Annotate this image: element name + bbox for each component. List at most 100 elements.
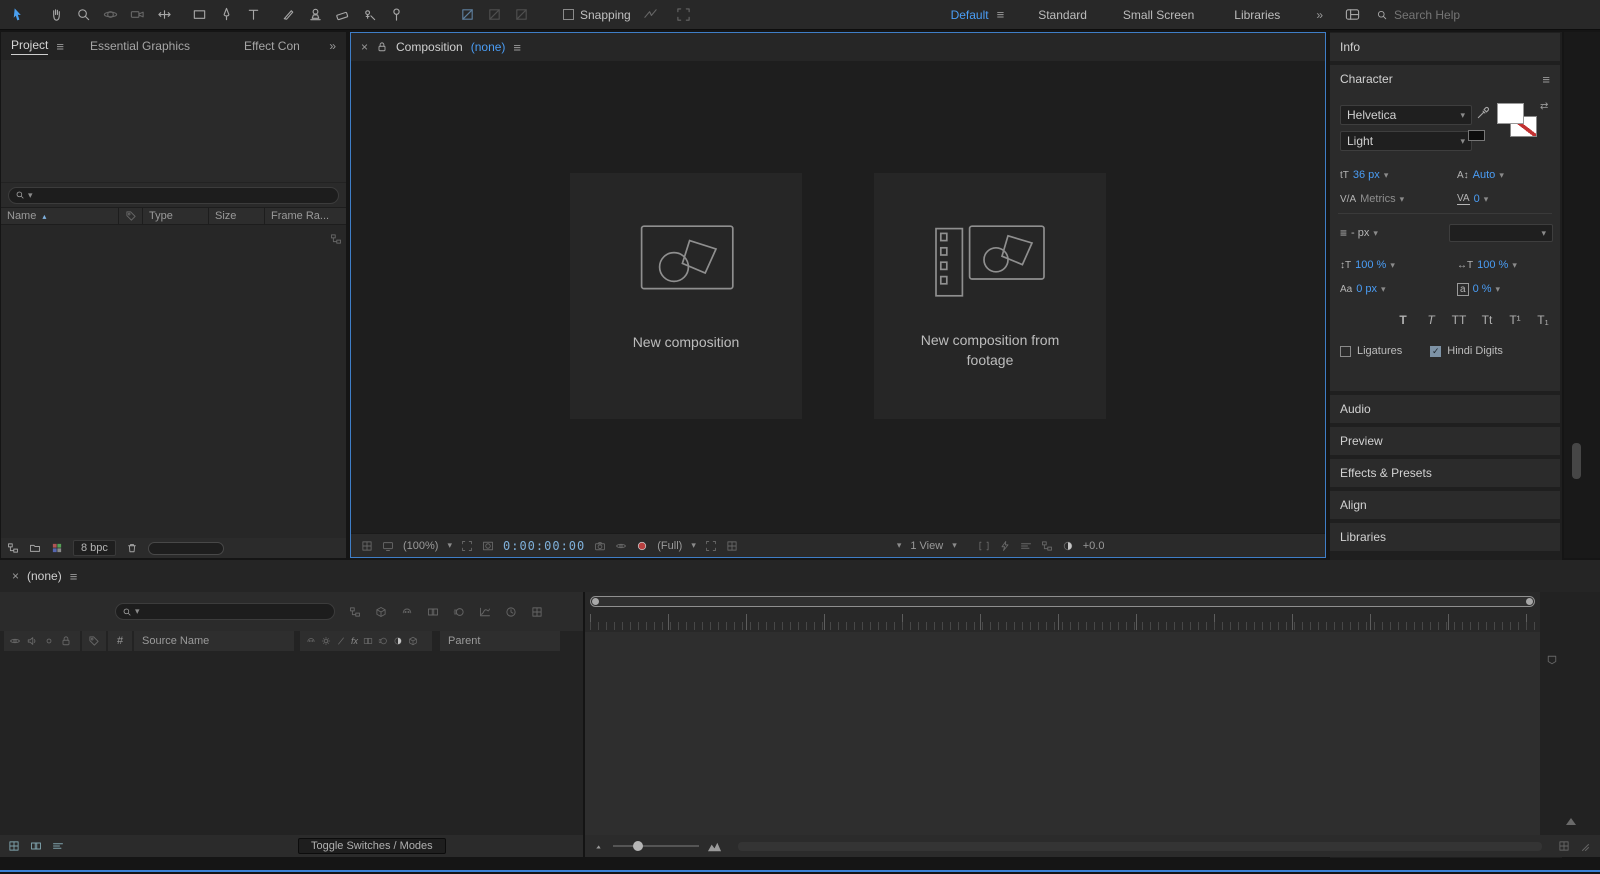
tab-essential-graphics[interactable]: Essential Graphics: [90, 39, 190, 53]
faux-bold-button[interactable]: T: [1392, 313, 1414, 327]
timeline-button-icon[interactable]: [1020, 540, 1032, 552]
project-tabs-overflow-icon[interactable]: »: [329, 39, 336, 53]
kerning-dropdown-icon[interactable]: ▾: [1400, 195, 1405, 204]
subscript-button[interactable]: T₁: [1532, 313, 1554, 327]
lock-icon[interactable]: [60, 635, 72, 647]
time-navigator-bar[interactable]: [590, 596, 1535, 607]
video-visibility-icon[interactable]: [9, 635, 21, 647]
timeline-panel-menu-icon[interactable]: ≡: [70, 569, 78, 584]
snapshot-icon[interactable]: [594, 540, 606, 552]
stroke-width-dropdown-icon[interactable]: ▾: [1373, 229, 1378, 238]
adjustment-layer-switch-icon[interactable]: [393, 636, 403, 646]
brainstorm-icon[interactable]: [531, 606, 543, 618]
baseline-shift-dropdown-icon[interactable]: ▾: [1381, 285, 1386, 294]
workspace-libraries[interactable]: Libraries: [1234, 8, 1280, 22]
preview-panel-header[interactable]: Preview: [1330, 427, 1560, 455]
hide-shy-layers-icon[interactable]: [401, 606, 413, 618]
brush-tool[interactable]: [275, 2, 302, 28]
zoom-tool[interactable]: [70, 2, 97, 28]
fill-swatch[interactable]: [1497, 103, 1524, 124]
resize-grip-icon[interactable]: [1578, 840, 1590, 852]
leading-dropdown-icon[interactable]: ▾: [1499, 171, 1504, 180]
timeline-search[interactable]: ▾: [115, 603, 335, 620]
tab-effect-controls[interactable]: Effect Con: [244, 39, 300, 53]
motion-blur-switch-icon[interactable]: [378, 636, 388, 646]
column-size[interactable]: Size: [209, 208, 265, 224]
exposure-value[interactable]: +0.0: [1083, 540, 1105, 552]
layer-number-column[interactable]: #: [108, 631, 132, 651]
composition-tab-title[interactable]: Composition: [396, 40, 463, 54]
pan-behind-tool[interactable]: [151, 2, 178, 28]
draft-3d-icon[interactable]: [375, 606, 387, 618]
column-frame-rate[interactable]: Frame Ra...: [265, 208, 346, 224]
project-flowchart-mini-icon[interactable]: [330, 233, 342, 245]
time-ruler-minor-ticks[interactable]: [590, 622, 1535, 630]
clone-stamp-tool[interactable]: [302, 2, 329, 28]
tsume-value[interactable]: 0 %: [1473, 283, 1492, 295]
snap-bounds-icon[interactable]: [670, 2, 697, 28]
font-size-dropdown-icon[interactable]: ▾: [1384, 171, 1389, 180]
new-composition-from-footage-card[interactable]: New composition from footage: [874, 173, 1106, 419]
swap-fill-stroke-icon[interactable]: ⇄: [1540, 101, 1548, 112]
fast-previews-icon[interactable]: [999, 540, 1011, 552]
eraser-tool[interactable]: [329, 2, 356, 28]
timeline-options-icon[interactable]: [1558, 840, 1570, 852]
roto-brush-tool[interactable]: [356, 2, 383, 28]
snapping-checkbox[interactable]: [563, 9, 574, 20]
track-area[interactable]: [585, 632, 1540, 835]
view-axis-mode-icon[interactable]: [508, 2, 535, 28]
current-time-display[interactable]: 0:00:00:00: [503, 539, 585, 553]
zoom-in-frames-icon[interactable]: [707, 839, 722, 854]
audio-icon[interactable]: [26, 635, 38, 647]
snap-angle-icon[interactable]: [637, 2, 664, 28]
new-folder-icon[interactable]: [29, 542, 41, 554]
timeline-tab-label[interactable]: (none): [27, 569, 62, 583]
frame-blending-icon[interactable]: [427, 606, 439, 618]
pixel-aspect-icon[interactable]: [978, 540, 990, 552]
comp-flowchart-icon[interactable]: [1041, 540, 1053, 552]
bit-depth-button[interactable]: 8 bpc: [73, 540, 116, 556]
kerning-value[interactable]: Metrics: [1360, 193, 1395, 205]
magnification-dropdown-icon[interactable]: ▾: [447, 541, 452, 550]
3d-layer-switch-icon[interactable]: [408, 636, 418, 646]
tracking-dropdown-icon[interactable]: ▾: [1484, 195, 1489, 204]
timeline-zoom-slider[interactable]: [613, 845, 699, 847]
world-axis-mode-icon[interactable]: [481, 2, 508, 28]
transparency-grid-icon[interactable]: [726, 540, 738, 552]
resolution-select[interactable]: (Full): [657, 540, 682, 552]
horizontal-scale-dropdown-icon[interactable]: ▾: [1512, 261, 1517, 270]
toggle-switches-modes-button[interactable]: Toggle Switches / Modes: [298, 838, 446, 854]
superscript-button[interactable]: T¹: [1504, 313, 1526, 327]
scroll-up-arrow[interactable]: [1566, 818, 1576, 825]
camera-tool[interactable]: [124, 2, 151, 28]
project-panel-menu-icon[interactable]: ≡: [56, 39, 64, 54]
pen-tool[interactable]: [213, 2, 240, 28]
all-caps-button[interactable]: TT: [1448, 313, 1470, 327]
stroke-style-select[interactable]: ▾: [1449, 224, 1553, 242]
shy-switch-icon[interactable]: [306, 636, 316, 646]
layer-list-area[interactable]: [0, 651, 583, 835]
font-size-value[interactable]: 36 px: [1353, 169, 1380, 181]
type-tool[interactable]: [240, 2, 267, 28]
parent-column[interactable]: Parent: [440, 631, 560, 651]
expand-in-out-icon[interactable]: [52, 840, 64, 852]
delete-item-icon[interactable]: [126, 542, 138, 554]
zoom-out-frames-icon[interactable]: [595, 841, 605, 851]
project-item-list[interactable]: [1, 225, 346, 538]
tab-project[interactable]: Project: [11, 38, 48, 55]
character-panel-menu-icon[interactable]: ≡: [1542, 72, 1550, 87]
search-options-icon[interactable]: ▾: [135, 607, 140, 616]
rectangle-tool[interactable]: [186, 2, 213, 28]
workspace-menu-icon[interactable]: ≡: [997, 7, 1005, 22]
lock-icon[interactable]: [376, 41, 388, 53]
orbit-camera-tool[interactable]: [97, 2, 124, 28]
view-layout-select[interactable]: 1 View: [910, 540, 943, 552]
resolution-dropdown-icon[interactable]: ▾: [691, 541, 696, 550]
column-name[interactable]: Name ▴: [1, 208, 119, 224]
comp-marker-bin-icon[interactable]: [1546, 654, 1558, 666]
close-tab-icon[interactable]: ×: [361, 40, 368, 54]
tracking-value[interactable]: 0: [1474, 193, 1480, 205]
stroke-width-value[interactable]: - px: [1351, 227, 1369, 239]
eyedropper-icon[interactable]: [1476, 105, 1491, 120]
effects-presets-panel-header[interactable]: Effects & Presets: [1330, 459, 1560, 487]
